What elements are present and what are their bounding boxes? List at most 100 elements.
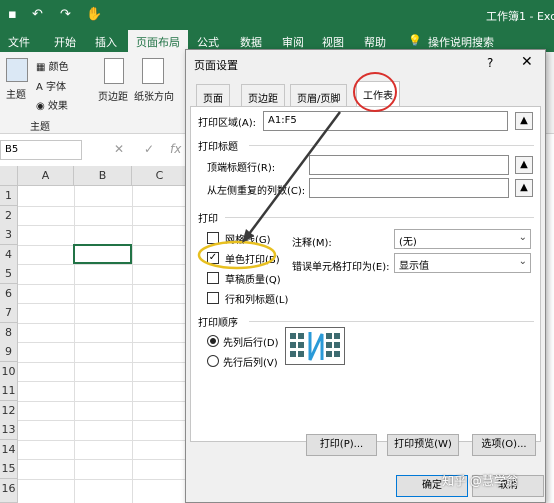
redo-icon[interactable]: ↷ xyxy=(60,7,71,22)
cell-errors-select[interactable]: 显示值 ⌄ xyxy=(394,253,531,273)
name-box[interactable]: B5 xyxy=(0,140,82,160)
print-preview-button[interactable]: 打印预览(W) xyxy=(387,434,459,456)
row-column-headings-checkbox[interactable] xyxy=(207,292,219,304)
orientation-button-label[interactable]: 纸张方向 xyxy=(134,88,174,103)
tab-margins[interactable]: 页边距 xyxy=(241,84,285,106)
black-and-white-label: 单色打印(B) xyxy=(225,255,280,266)
tab-sheet[interactable]: 工作表 xyxy=(356,81,400,107)
down-then-over-radio[interactable] xyxy=(207,335,219,347)
undo-icon[interactable]: ↶ xyxy=(32,7,43,22)
themes-icon[interactable] xyxy=(6,58,28,82)
fx-icon[interactable]: fx xyxy=(170,142,181,156)
lightbulb-icon: 💡 xyxy=(408,34,422,47)
column-header[interactable]: C xyxy=(132,166,188,186)
worksheet-grid[interactable]: A B C 1 2 3 4 5 6 7 8 9 10 11 12 13 14 1… xyxy=(0,166,188,503)
row-header[interactable]: 11 xyxy=(0,381,18,401)
columns-to-repeat-label: 从左侧重复的列数(C): xyxy=(207,186,306,197)
sheet-tab-panel: 打印区域(A): A1:F5 ▲ 打印标题 顶端标题行(R): ▲ 从左侧重复的… xyxy=(190,106,541,456)
section-divider xyxy=(249,321,534,322)
selected-cell[interactable] xyxy=(73,244,132,264)
help-icon[interactable]: ? xyxy=(487,56,493,70)
options-button[interactable]: 选项(O)... xyxy=(472,434,536,456)
print-button[interactable]: 打印(P)... xyxy=(306,434,377,456)
fonts-button[interactable]: A 字体 xyxy=(36,78,66,93)
tab-page[interactable]: 页面 xyxy=(196,84,230,106)
margins-button-label[interactable]: 页边距 xyxy=(98,88,128,103)
tab-view[interactable]: 视图 xyxy=(322,34,344,50)
columns-to-repeat-input[interactable] xyxy=(309,178,509,198)
tab-page-layout[interactable]: 页面布局 xyxy=(128,30,188,52)
grid-divider xyxy=(18,342,186,343)
tab-file[interactable]: 文件 xyxy=(8,34,30,50)
grid-divider xyxy=(74,186,75,503)
cell-errors-label: 错误单元格打印为(E): xyxy=(292,262,390,273)
row-header[interactable]: 9 xyxy=(0,342,18,362)
tab-formulas[interactable]: 公式 xyxy=(197,34,219,50)
collapse-dialog-icon[interactable]: ▲ xyxy=(515,156,533,174)
grid-divider xyxy=(18,459,186,460)
row-column-headings-label: 行和列标题(L) xyxy=(225,295,289,306)
gridlines-label: 网格线(G) xyxy=(225,235,271,246)
row-header[interactable]: 3 xyxy=(0,225,18,245)
grid-divider xyxy=(18,206,186,207)
gridlines-checkbox[interactable] xyxy=(207,232,219,244)
colors-button[interactable]: ▦ 颜色 xyxy=(36,58,69,73)
margins-icon[interactable] xyxy=(104,58,124,84)
grid-divider xyxy=(18,401,186,402)
row-header[interactable]: 6 xyxy=(0,284,18,304)
save-icon[interactable]: ▪ xyxy=(8,7,17,22)
row-header[interactable]: 7 xyxy=(0,303,18,323)
over-then-down-label: 先行后列(V) xyxy=(223,358,278,369)
themes-button-label[interactable]: 主题 xyxy=(6,86,26,101)
grid-divider xyxy=(18,420,186,421)
tab-data[interactable]: 数据 xyxy=(240,34,262,50)
row-header[interactable]: 4 xyxy=(0,245,18,265)
chevron-down-icon: ⌄ xyxy=(518,256,527,267)
section-divider xyxy=(249,145,534,146)
formula-bar-controls: ✕ ✓ fx xyxy=(100,140,185,160)
grid-divider xyxy=(18,323,186,324)
row-header[interactable]: 16 xyxy=(0,479,18,503)
cancel-entry-icon[interactable]: ✕ xyxy=(114,142,124,156)
tell-me-search[interactable]: 操作说明搜索 xyxy=(428,34,494,50)
column-header[interactable]: B xyxy=(74,166,132,186)
grid-divider xyxy=(18,440,186,441)
draft-quality-checkbox[interactable] xyxy=(207,272,219,284)
row-header[interactable]: 13 xyxy=(0,420,18,440)
select-all-corner[interactable] xyxy=(0,166,18,186)
tab-header-footer[interactable]: 页眉/页脚 xyxy=(290,84,348,106)
touch-mode-icon[interactable]: ✋ xyxy=(86,7,102,22)
row-header[interactable]: 14 xyxy=(0,440,18,460)
print-heading: 打印 xyxy=(198,214,218,225)
row-header[interactable]: 2 xyxy=(0,206,18,226)
tab-insert[interactable]: 插入 xyxy=(95,34,117,50)
effects-button[interactable]: ◉ 效果 xyxy=(36,97,68,112)
print-area-input[interactable]: A1:F5 xyxy=(263,111,508,131)
orientation-icon[interactable] xyxy=(142,58,164,84)
row-header[interactable]: 12 xyxy=(0,401,18,421)
effects-label: 效果 xyxy=(47,101,68,112)
row-header[interactable]: 15 xyxy=(0,459,18,479)
tab-review[interactable]: 审阅 xyxy=(282,34,304,50)
tab-help[interactable]: 帮助 xyxy=(364,34,386,50)
section-divider xyxy=(225,217,534,218)
enter-entry-icon[interactable]: ✓ xyxy=(144,142,154,156)
over-then-down-radio[interactable] xyxy=(207,355,219,367)
collapse-dialog-icon[interactable]: ▲ xyxy=(515,112,533,130)
comments-select[interactable]: (无) ⌄ xyxy=(394,229,531,249)
draft-quality-label: 草稿质量(Q) xyxy=(225,275,281,286)
rows-to-repeat-input[interactable] xyxy=(309,155,509,175)
window-title: 工作簿1 - Exc xyxy=(486,10,554,23)
row-header[interactable]: 5 xyxy=(0,264,18,284)
row-header[interactable]: 10 xyxy=(0,362,18,382)
column-header[interactable]: A xyxy=(18,166,74,186)
row-header[interactable]: 1 xyxy=(0,186,18,206)
row-header[interactable]: 8 xyxy=(0,323,18,343)
close-icon[interactable]: ✕ xyxy=(521,54,533,70)
tab-home[interactable]: 开始 xyxy=(54,34,76,50)
theme-group-label: 主题 xyxy=(30,122,50,133)
black-and-white-checkbox[interactable]: ✓ xyxy=(207,252,219,264)
collapse-dialog-icon[interactable]: ▲ xyxy=(515,179,533,197)
comments-label: 注释(M): xyxy=(292,238,332,249)
print-area-label: 打印区域(A): xyxy=(198,118,257,129)
